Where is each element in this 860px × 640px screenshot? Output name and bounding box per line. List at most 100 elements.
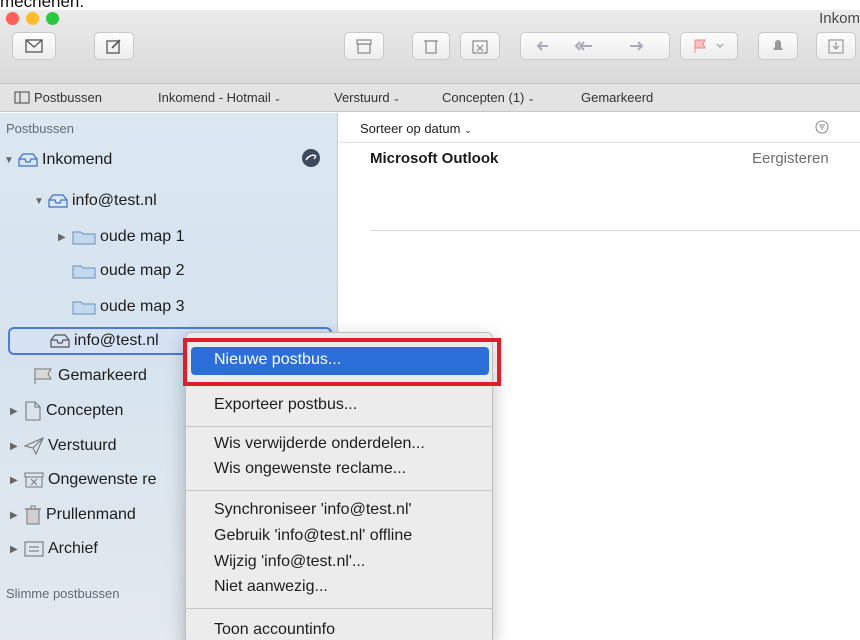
sidebar-item-drafts[interactable]: ▶ Concepten (10, 397, 123, 425)
flag-icon (694, 39, 724, 53)
menu-separator (186, 490, 492, 491)
menu-item-erase-deleted[interactable]: Wis verwijderde onderdelen... (214, 435, 425, 453)
inbox-tray-icon (50, 334, 70, 348)
flag-button[interactable] (680, 32, 738, 60)
folder-icon (72, 299, 96, 315)
fav-mailboxes[interactable]: Postbussen (14, 90, 102, 105)
menu-separator (186, 608, 492, 609)
chevron-down-icon: ⌄ (273, 93, 282, 103)
folder-icon (72, 229, 96, 245)
chevron-down-icon: ⌄ (392, 93, 401, 103)
smart-mailboxes-header: Slimme postbussen (6, 586, 120, 601)
fav-sent-label: Verstuurd (334, 90, 390, 105)
sidebar-toggle-icon (14, 91, 30, 104)
envelope-icon (25, 39, 43, 53)
sidebar-item-label: Inkomend (42, 151, 113, 168)
disclosure-collapsed-icon: ▶ (10, 543, 18, 555)
archive-button[interactable] (344, 32, 384, 60)
disclosure-collapsed-icon: ▶ (10, 440, 18, 452)
save-button[interactable] (816, 32, 856, 60)
junk-icon (472, 40, 488, 54)
trash-icon (24, 505, 42, 525)
sort-dropdown[interactable]: Sorteer op datum ⌄ (360, 121, 472, 136)
close-window-button[interactable] (6, 12, 19, 25)
disclosure-collapsed-icon: ▶ (10, 509, 18, 521)
window-title: Inkom (819, 10, 860, 27)
sidebar-item-label: info@test.nl (72, 192, 157, 209)
get-mail-button[interactable] (12, 32, 56, 60)
sidebar-item-flagged[interactable]: Gemarkeerd (30, 362, 147, 390)
document-icon (24, 401, 42, 421)
junk-button[interactable] (460, 32, 500, 60)
download-icon (828, 39, 844, 54)
sidebar-item-folder-3[interactable]: oude map 3 (70, 293, 185, 321)
sidebar-item-account-2[interactable]: info@test.nl (48, 327, 159, 355)
annotation-highlight-box (183, 338, 501, 386)
menu-item-export-mailbox[interactable]: Exporteer postbus... (214, 396, 357, 414)
menu-item-synchronize[interactable]: Synchroniseer 'info@test.nl' (214, 501, 412, 519)
connection-status-icon[interactable] (302, 149, 320, 167)
paper-plane-icon (24, 437, 44, 455)
disclosure-expanded-icon: ▼ (4, 154, 14, 166)
archive-icon (356, 39, 372, 54)
compose-button[interactable] (94, 32, 134, 60)
sidebar-item-account[interactable]: ▼ info@test.nl (34, 187, 157, 215)
trash-icon (424, 40, 438, 54)
zoom-window-button[interactable] (46, 12, 59, 25)
sidebar-item-label: info@test.nl (74, 332, 159, 349)
menu-item-take-offline[interactable]: Gebruik 'info@test.nl' offline (214, 527, 412, 545)
bell-icon (773, 40, 783, 50)
chevron-down-icon: ⌄ (527, 93, 535, 103)
favorites-bar: Postbussen Inkomend - Hotmail ⌄ Verstuurd… (0, 84, 860, 112)
junk-icon (24, 472, 44, 488)
disclosure-collapsed-icon: ▶ (10, 405, 18, 417)
fav-mailboxes-label: Postbussen (34, 90, 102, 105)
notify-button[interactable] (758, 32, 798, 60)
sidebar-item-junk[interactable]: ▶ Ongewenste re (10, 466, 157, 494)
flag-icon (32, 367, 54, 385)
menu-item-account-info[interactable]: Toon accountinfo (214, 621, 335, 639)
sidebar-item-sent[interactable]: ▶ Verstuurd (10, 432, 116, 460)
reply-forward-icons (536, 41, 644, 51)
message-sender[interactable]: Microsoft Outlook (370, 150, 498, 167)
chevron-down-icon: ⌄ (464, 125, 472, 135)
filter-icon[interactable] (815, 120, 829, 137)
window-toolbar: Inkom (0, 10, 860, 84)
fav-flagged[interactable]: Gemarkeerd (581, 90, 653, 105)
inbox-tray-icon (18, 153, 38, 167)
archive-icon (24, 541, 44, 557)
menu-item-erase-junk[interactable]: Wis ongewenste reclame... (214, 460, 406, 478)
sidebar-header: Postbussen (6, 121, 74, 136)
message-list-header: Sorteer op datum ⌄ (339, 113, 860, 143)
menu-item-out-of-office[interactable]: Niet aanwezig... (214, 578, 328, 596)
sidebar-item-inbox[interactable]: ▼ Inkomend (4, 146, 112, 174)
menu-separator (186, 426, 492, 427)
sidebar-item-label: Prullenmand (46, 506, 136, 523)
disclosure-expanded-icon: ▼ (34, 195, 44, 207)
inbox-tray-icon (48, 194, 68, 208)
disclosure-collapsed-icon: ▶ (10, 474, 18, 486)
sidebar-item-label: oude map 2 (100, 262, 185, 279)
fav-flagged-label: Gemarkeerd (581, 90, 654, 105)
folder-icon (72, 263, 96, 279)
sidebar-item-label: Archief (48, 540, 98, 557)
sidebar-item-archive[interactable]: ▶ Archief (10, 535, 98, 563)
fav-sent[interactable]: Verstuurd ⌄ (334, 90, 400, 105)
sidebar-item-trash[interactable]: ▶ Prullenmand (10, 501, 136, 529)
message-date: Eergisteren (752, 150, 829, 167)
delete-button[interactable] (412, 32, 450, 60)
sidebar-item-label: Verstuurd (48, 437, 117, 454)
reply-forward-group (520, 32, 670, 60)
fav-inbox[interactable]: Inkomend - Hotmail ⌄ (158, 90, 281, 105)
sidebar-item-label: oude map 3 (100, 298, 185, 315)
minimize-window-button[interactable] (26, 12, 39, 25)
fav-drafts[interactable]: Concepten (1) ⌄ (442, 90, 535, 105)
sidebar-item-folder-2[interactable]: oude map 2 (70, 257, 185, 285)
disclosure-collapsed-icon: ▶ (58, 231, 66, 243)
sort-label: Sorteer op datum (360, 121, 461, 136)
sidebar-item-folder-1[interactable]: ▶ oude map 1 (58, 223, 185, 251)
compose-icon (106, 39, 121, 54)
sidebar-item-label: Ongewenste re (48, 471, 157, 488)
fav-inbox-label: Inkomend - Hotmail (158, 90, 271, 105)
menu-item-edit-account[interactable]: Wijzig 'info@test.nl'... (214, 553, 365, 571)
